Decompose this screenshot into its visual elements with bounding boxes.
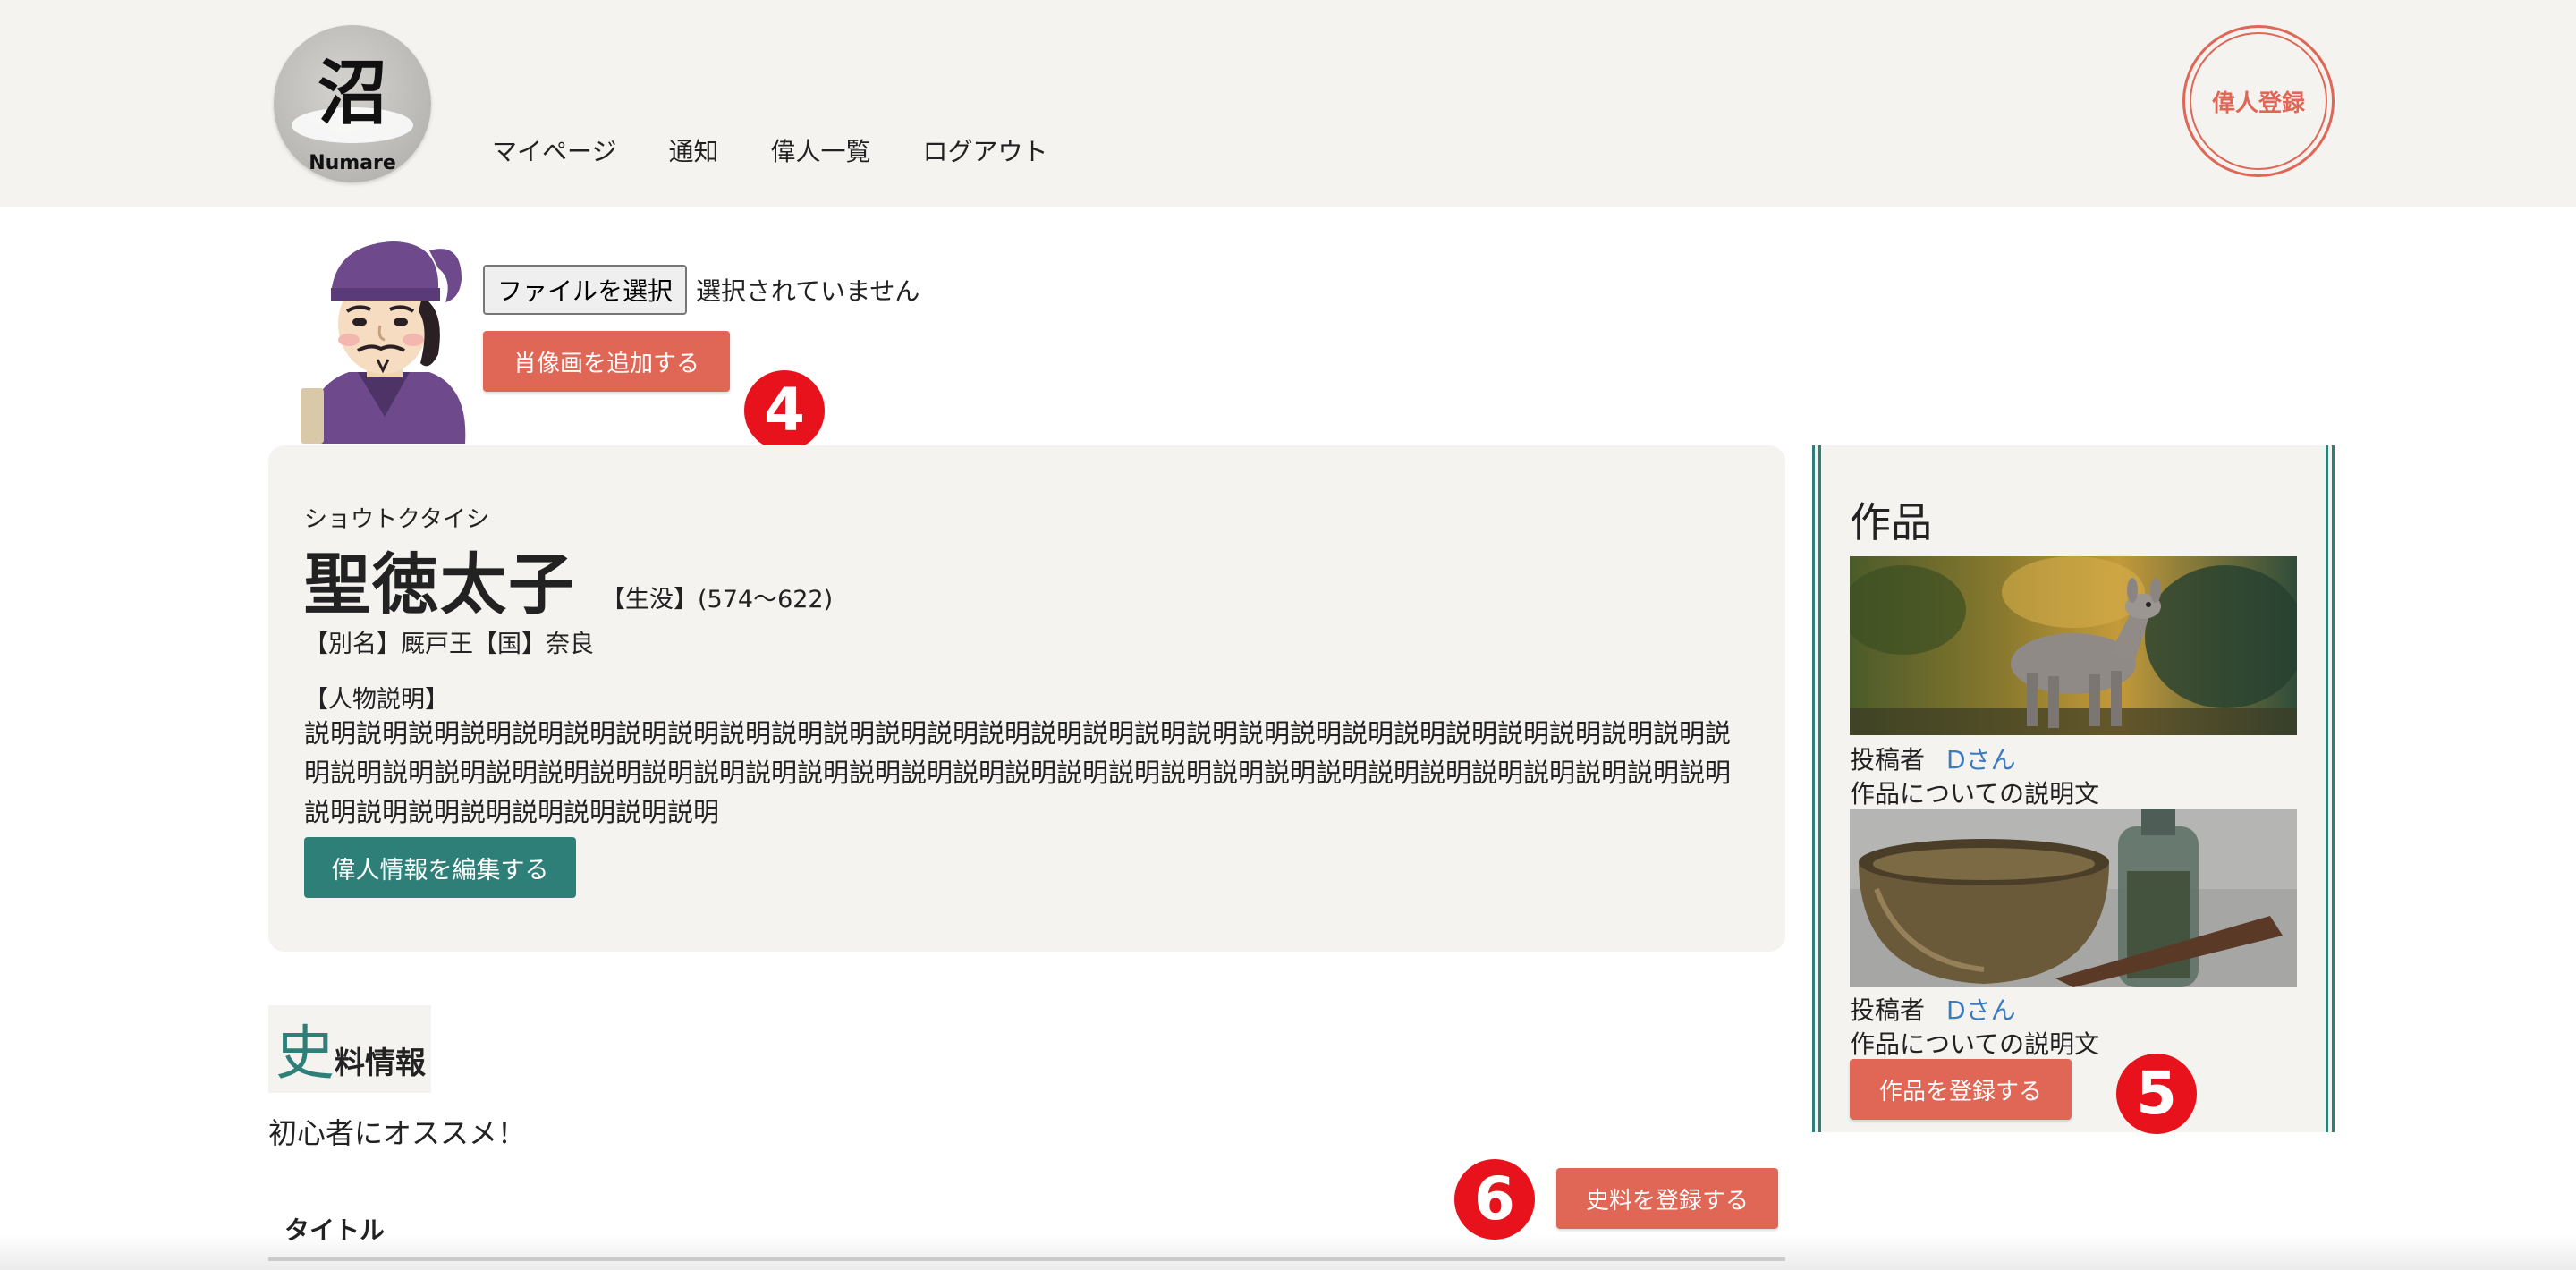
site-logo[interactable]: 沼 Numare [274, 25, 431, 182]
register-person-button[interactable]: 偉人登録 [2182, 25, 2334, 177]
person-reading: ショウトクタイシ [304, 506, 489, 533]
work-poster-row: 投稿者 Dさん [1850, 991, 2016, 1027]
step-marker-5: 5 [2116, 1054, 2197, 1134]
person-info-card: ショウトクタイシ 聖徳太子 【生没】(574〜622) 【別名】厩戸王【国】奈良… [268, 445, 1785, 952]
step-marker-4: 4 [744, 370, 825, 451]
nav-person-list[interactable]: 偉人一覧 [770, 132, 870, 168]
materials-table-header: タイトル [268, 1198, 1785, 1261]
nav-notifications[interactable]: 通知 [668, 132, 718, 168]
work-poster-row: 投稿者 Dさん [1850, 741, 2016, 776]
column-header-title: タイトル [284, 1215, 386, 1245]
nav-mypage[interactable]: マイページ [492, 132, 616, 168]
nav-logout[interactable]: ログアウト [922, 132, 1047, 168]
work-image-bowl[interactable] [1850, 809, 2297, 987]
person-description: 説明説明説明説明説明説明説明説明説明説明説明説明説明説明説明説明説明説明説明説明… [304, 718, 1732, 827]
main-nav: マイページ 通知 偉人一覧 ログアウト [492, 132, 1100, 168]
beginner-recommend-label: 初心者にオススメ！ [268, 1116, 527, 1150]
portrait-file-picker: ファイルを選択 選択されていません [483, 265, 919, 315]
logo-brand: Numare [309, 152, 396, 174]
work-description: 作品についての説明文 [1850, 1029, 2100, 1059]
work-poster-link[interactable]: Dさん [1946, 995, 2016, 1025]
register-work-button[interactable]: 作品を登録する [1850, 1059, 2072, 1120]
choose-file-button[interactable]: ファイルを選択 [483, 265, 688, 315]
works-panel: 作品 投稿者 Dさん 作品についての説明文 投稿者 Dさん 作品についての説明文… [1812, 445, 2334, 1132]
logo-kanji: 沼 [317, 53, 387, 134]
edit-person-button[interactable]: 偉人情報を編集する [304, 837, 576, 898]
portrait-image [295, 229, 470, 444]
materials-heading-rest: 料情報 [335, 1046, 426, 1081]
materials-heading: 史料情報 [268, 1005, 431, 1093]
add-portrait-button[interactable]: 肖像画を追加する [483, 331, 730, 392]
work-image-deer[interactable] [1850, 556, 2297, 735]
works-title: 作品 [1850, 498, 1932, 546]
person-name-row: 聖徳太子 【生没】(574〜622) [304, 531, 833, 627]
work-poster-label: 投稿者 [1850, 995, 1926, 1025]
work-poster-link[interactable]: Dさん [1946, 745, 2016, 775]
file-status-text: 選択されていません [696, 276, 920, 306]
register-person-label: 偉人登録 [2211, 89, 2305, 117]
person-name: 聖徳太子 [304, 546, 576, 623]
person-alias: 【別名】厩戸王【国】奈良 [304, 631, 594, 658]
person-lifespan: 【生没】(574〜622) [601, 586, 834, 614]
work-description: 作品についての説明文 [1850, 779, 2100, 809]
site-header: 沼 Numare マイページ 通知 偉人一覧 ログアウト 偉人登録 [0, 0, 2576, 207]
materials-heading-initial: 史 [275, 1019, 335, 1088]
person-description-label: 【人物説明】 [304, 686, 449, 714]
work-poster-label: 投稿者 [1850, 745, 1926, 775]
